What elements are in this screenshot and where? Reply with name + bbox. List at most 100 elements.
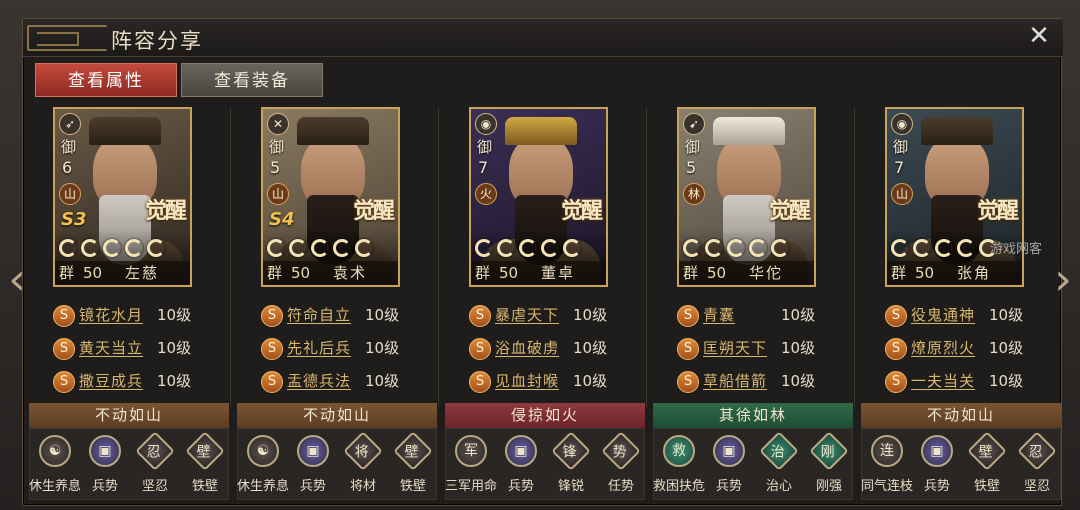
tactic-slot[interactable]: 忍坚忍 <box>1012 429 1062 501</box>
skill-name[interactable]: 镜花水月 <box>79 304 143 325</box>
close-button[interactable]: ✕ <box>1025 22 1053 50</box>
skill-row[interactable]: S 青囊 10级 <box>677 303 852 329</box>
tactic-slot[interactable]: 壁铁壁 <box>962 429 1012 501</box>
skill-row[interactable]: S 先礼后兵 10级 <box>261 336 436 362</box>
tactic-slot[interactable]: 将将材 <box>338 429 388 501</box>
wall-icon: 壁 <box>185 431 225 471</box>
skill-name[interactable]: 暴虐天下 <box>495 304 559 325</box>
tactic-slot[interactable]: 势任势 <box>596 429 646 501</box>
next-arrow-icon[interactable]: › <box>1046 250 1080 310</box>
tactic-slot[interactable]: ▣ 兵势 <box>704 429 754 501</box>
skill-name[interactable]: 先礼后兵 <box>287 337 351 358</box>
skill-name[interactable]: 燎原烈火 <box>911 337 975 358</box>
skill-name[interactable]: 盂德兵法 <box>287 370 351 391</box>
skill-row[interactable]: S 匡朔天下 10级 <box>677 336 852 362</box>
tactic-slot[interactable]: ☯ 休生养息 <box>237 429 289 501</box>
skill-name[interactable]: 青囊 <box>703 304 735 325</box>
tactic-slot[interactable]: 忍坚忍 <box>130 429 180 501</box>
endure-icon: 忍 <box>135 431 175 471</box>
tactic-slot[interactable]: ▣ 兵势 <box>288 429 338 501</box>
tactic-slot[interactable]: 刚刚强 <box>804 429 854 501</box>
general-info-bar: 群 50 左慈 <box>55 261 190 285</box>
general-card[interactable]: ✕ 御 5 山 S4 觉醒群 50 袁术 <box>261 107 400 287</box>
wall-icon: 壁 <box>393 431 433 471</box>
tactic-slot[interactable]: 军三军用命 <box>445 429 497 501</box>
headwear-shape <box>297 117 369 145</box>
tactic-label: 铁壁 <box>399 479 426 494</box>
skill-name[interactable]: 见血封喉 <box>495 370 559 391</box>
star-icon <box>289 239 307 257</box>
tactic-slot[interactable]: ▣ 兵势 <box>80 429 130 501</box>
headwear-shape <box>505 117 577 145</box>
skill-name[interactable]: 浴血破虏 <box>495 337 559 358</box>
skill-row[interactable]: S 草船借箭 10级 <box>677 369 852 395</box>
skill-row[interactable]: S 浴血破虏 10级 <box>469 336 644 362</box>
tab-view-attributes[interactable]: 查看属性 <box>35 63 177 97</box>
tactic-slot[interactable]: 壁铁壁 <box>388 429 438 501</box>
defense-label: 御 <box>269 138 285 156</box>
tactic-slot[interactable]: ▣ 兵势 <box>912 429 962 501</box>
talent-icon: 将 <box>343 431 383 471</box>
skill-name[interactable]: 草船借箭 <box>703 370 767 391</box>
tactic-slot[interactable]: 锋锋锐 <box>546 429 596 501</box>
tactic-slot[interactable]: 治治心 <box>754 429 804 501</box>
tactic-slot[interactable]: 连同气连枝 <box>861 429 913 501</box>
tactic-slot[interactable]: ▣ 兵势 <box>496 429 546 501</box>
tactics-row: ☯ 休生养息 ▣ 兵势忍坚忍壁铁壁 <box>29 428 229 500</box>
wall-icon: 壁 <box>967 431 1007 471</box>
skill-name[interactable]: 一夫当关 <box>911 370 975 391</box>
general-card[interactable]: ➹ 御 5 林觉醒群 50 华佗 <box>677 107 816 287</box>
skill-name[interactable]: 匡朔天下 <box>703 337 767 358</box>
panel-title: 阵容分享 <box>111 29 203 53</box>
s-rank-icon: S <box>677 305 699 327</box>
general-card[interactable]: ◉ 御 7 火觉醒群 50 董卓 <box>469 107 608 287</box>
skill-level: 10级 <box>989 306 1024 324</box>
column-divider <box>438 107 439 407</box>
level-value: 50 <box>707 264 727 282</box>
s-rank-icon: S <box>885 305 907 327</box>
general-name: 张角 <box>957 264 992 282</box>
skill-row[interactable]: S 黄天当立 10级 <box>53 336 228 362</box>
skill-row[interactable]: S 符命自立 10级 <box>261 303 436 329</box>
skill-row[interactable]: S 暴虐天下 10级 <box>469 303 644 329</box>
faction-label: 群 <box>891 264 907 282</box>
title-bar: 阵容分享 ✕ <box>23 19 1063 57</box>
watermark-text: 游戏网客 <box>990 242 1043 257</box>
general-card[interactable]: ➶ 御 6 山 S3 觉醒群 50 左慈 <box>53 107 192 287</box>
skill-name[interactable]: 符命自立 <box>287 304 351 325</box>
skill-row[interactable]: S 一夫当关 10级 <box>885 369 1060 395</box>
tactic-slot[interactable]: 壁铁壁 <box>180 429 230 501</box>
skill-name[interactable]: 役鬼通神 <box>911 304 975 325</box>
troop-icon: ▣ <box>713 435 745 467</box>
tactics-row: 军三军用命 ▣ 兵势锋锋锐势任势 <box>445 428 645 500</box>
skill-row[interactable]: S 见血封喉 10级 <box>469 369 644 395</box>
general-card[interactable]: ◉ 御 7 山觉醒群 50 张角 <box>885 107 1024 287</box>
general-name: 华佗 <box>749 264 784 282</box>
skill-row[interactable]: S 盂德兵法 10级 <box>261 369 436 395</box>
level-value: 50 <box>83 264 103 282</box>
cost-value: 6 <box>62 158 73 177</box>
tactics-row: 连同气连枝 ▣ 兵势壁铁壁忍坚忍 <box>861 428 1061 500</box>
formation-banner: 不动如山 <box>237 403 437 428</box>
skill-name[interactable]: 撒豆成兵 <box>79 370 143 391</box>
season-badge: S4 <box>269 209 295 230</box>
general-name: 董卓 <box>541 264 576 282</box>
terrain-badge: 林 <box>683 183 705 205</box>
skill-row[interactable]: S 燎原烈火 10级 <box>885 336 1060 362</box>
tactic-slot[interactable]: ☯ 休生养息 <box>29 429 81 501</box>
skill-name[interactable]: 黄天当立 <box>79 337 143 358</box>
star-icon <box>519 239 537 257</box>
star-icon <box>913 239 931 257</box>
column-divider <box>854 107 855 407</box>
momentum-icon: 势 <box>601 431 641 471</box>
skill-row[interactable]: S 撒豆成兵 10级 <box>53 369 228 395</box>
skill-row[interactable]: S 镜花水月 10级 <box>53 303 228 329</box>
link-icon: 连 <box>871 435 903 467</box>
skill-row[interactable]: S 役鬼通神 10级 <box>885 303 1060 329</box>
defense-label: 御 <box>477 138 493 156</box>
skill-level: 10级 <box>573 306 608 324</box>
prev-arrow-icon[interactable]: ‹ <box>0 250 34 310</box>
tab-view-equipment[interactable]: 查看装备 <box>181 63 323 97</box>
tactic-slot[interactable]: 救救困扶危 <box>653 429 705 501</box>
star-icon <box>563 239 581 257</box>
